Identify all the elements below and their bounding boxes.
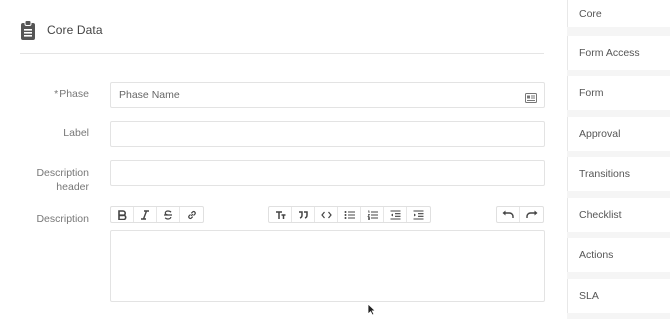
- outdent-icon: [390, 209, 401, 220]
- numbered-list-button[interactable]: [361, 207, 384, 222]
- indent-button[interactable]: [407, 207, 430, 222]
- block-toolbar-group: [268, 206, 431, 223]
- description-editor[interactable]: [110, 230, 545, 302]
- clipboard-icon: [20, 19, 36, 41]
- sidebar-item-form-access[interactable]: Form Access: [567, 36, 670, 70]
- label-input[interactable]: [110, 121, 545, 147]
- strikethrough-icon: [163, 209, 173, 220]
- quote-icon: [298, 210, 308, 220]
- redo-button[interactable]: [520, 207, 543, 222]
- sidebar-item-checklist[interactable]: Checklist: [567, 198, 670, 232]
- phase-label: *Phase: [19, 87, 89, 101]
- sidebar-item-sla[interactable]: SLA: [567, 279, 670, 313]
- sidebar-item-label: Form Access: [579, 47, 640, 59]
- description-header-label: Description header: [36, 167, 89, 193]
- sidebar-item-label: Actions: [579, 249, 614, 261]
- section-header: Core Data: [20, 17, 544, 43]
- sidebar-item-actions[interactable]: Actions: [567, 238, 670, 272]
- sidebar: Core Form Access Form Approval Transitio…: [567, 0, 670, 319]
- sidebar-item-label: Transitions: [579, 168, 630, 180]
- code-button[interactable]: [315, 207, 338, 222]
- sidebar-item-label: Checklist: [579, 209, 622, 221]
- link-icon: [187, 210, 197, 220]
- indent-icon: [413, 209, 424, 220]
- sidebar-item-approval[interactable]: Approval: [567, 117, 670, 151]
- sidebar-item-label: Core: [579, 7, 602, 20]
- sidebar-item-transitions[interactable]: Transitions: [567, 157, 670, 191]
- description-label: Description: [36, 213, 89, 225]
- text-size-icon: [275, 210, 286, 220]
- page-title: Core Data: [47, 23, 103, 37]
- required-mark: *: [54, 88, 59, 100]
- text-size-button[interactable]: [269, 207, 292, 222]
- phase-name-input[interactable]: Phase Name: [110, 82, 545, 108]
- undo-icon: [502, 210, 514, 220]
- bold-icon: [117, 209, 127, 220]
- description-header-input[interactable]: [110, 160, 545, 186]
- phase-label-text: Phase: [59, 88, 89, 100]
- outdent-button[interactable]: [384, 207, 407, 222]
- italic-icon: [140, 209, 150, 220]
- bold-button[interactable]: [111, 207, 134, 222]
- mouse-cursor-icon: [367, 303, 377, 316]
- link-button[interactable]: [180, 207, 203, 222]
- id-card-icon: [525, 90, 537, 103]
- sidebar-item-label: SLA: [579, 290, 599, 302]
- bullet-list-button[interactable]: [338, 207, 361, 222]
- sidebar-item-form[interactable]: Form: [567, 76, 670, 110]
- undo-button[interactable]: [497, 207, 520, 222]
- bullet-list-icon: [344, 210, 355, 220]
- sidebar-item-label: Approval: [579, 128, 621, 140]
- italic-button[interactable]: [134, 207, 157, 222]
- numbered-list-icon: [366, 210, 378, 220]
- quote-button[interactable]: [292, 207, 315, 222]
- phase-name-placeholder: Phase Name: [119, 89, 180, 101]
- history-toolbar-group: [496, 206, 544, 223]
- redo-icon: [525, 210, 538, 220]
- sidebar-item-label: Form: [579, 87, 604, 99]
- header-divider: [20, 53, 544, 54]
- strikethrough-button[interactable]: [157, 207, 180, 222]
- sidebar-item-core[interactable]: Core: [567, 0, 670, 27]
- code-icon: [320, 210, 332, 220]
- format-toolbar-group: [110, 206, 204, 223]
- label-label: Label: [63, 127, 89, 139]
